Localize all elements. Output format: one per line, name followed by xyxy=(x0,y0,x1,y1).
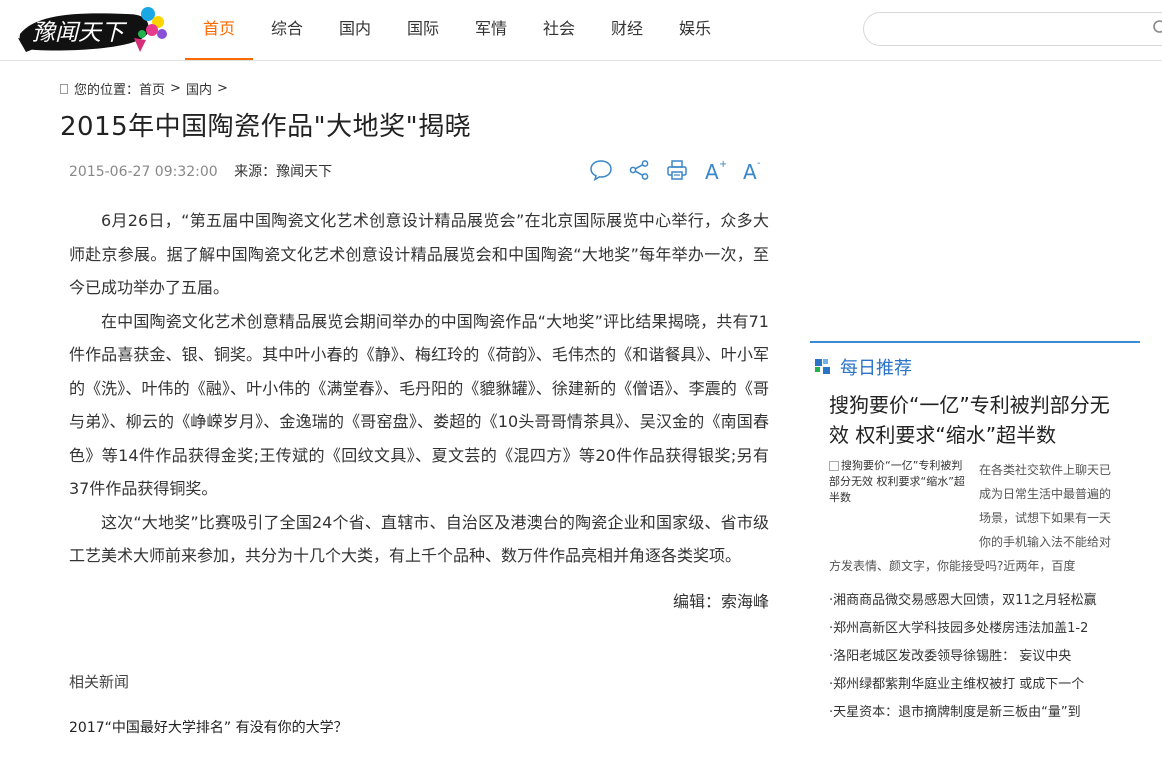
article-meta: 2015-06-27 09:32:00 来源：豫闻天下 xyxy=(69,161,332,181)
article-tools: A + A - xyxy=(582,154,772,186)
broken-image-icon xyxy=(829,461,839,471)
breadcrumb-prefix: 您的位置： xyxy=(74,83,140,98)
list-item[interactable]: ·郑州绿都紫荆华庭业主维权被打 或成下一个 xyxy=(829,671,1129,699)
nav-item-military[interactable]: 军情 xyxy=(457,0,525,60)
print-button[interactable] xyxy=(658,154,696,186)
related-news-heading: 相关新闻 xyxy=(69,673,130,691)
article-title: 2015年中国陶瓷作品"大地奖"揭晓 xyxy=(60,112,472,142)
featured-story-image[interactable]: 搜狗要价“一亿”专利被判部分无效 权利要求“缩水”超半数 xyxy=(829,458,971,506)
svg-text:A: A xyxy=(743,160,757,181)
featured-story-title[interactable]: 搜狗要价“一亿”专利被判部分无效 权利要求“缩水”超半数 xyxy=(829,390,1129,450)
share-button[interactable] xyxy=(620,154,658,186)
article-paragraph: 在中国陶瓷文化艺术创意精品展览会期间举办的中国陶瓷作品“大地奖”评比结果揭晓，共… xyxy=(69,311,769,499)
sidebar-divider xyxy=(810,341,1140,343)
nav-item-general[interactable]: 综合 xyxy=(253,0,321,60)
nav-item-society[interactable]: 社会 xyxy=(525,0,593,60)
site-header: 豫闻天下 首页 综合 国内 国际 军情 社会 财经 娱乐 xyxy=(0,0,1162,61)
article-content: 6月26日，“第五届中国陶瓷文化艺术创意设计精品展览会”在北京国际展览中心举行，… xyxy=(69,204,769,573)
breadcrumb-home[interactable]: 首页 xyxy=(139,79,165,98)
font-increase-button[interactable]: A + xyxy=(696,154,734,186)
daily-recommend-label: 每日推荐 xyxy=(840,358,912,379)
font-decrease-icon: A - xyxy=(743,159,761,181)
search-input[interactable] xyxy=(878,13,1152,45)
svg-text:-: - xyxy=(757,159,761,169)
nav-item-international[interactable]: 国际 xyxy=(389,0,457,60)
nav-item-home[interactable]: 首页 xyxy=(185,0,253,60)
list-item[interactable]: ·天星资本：退市摘牌制度是新三板由“量”到 xyxy=(829,699,1129,727)
logo-text: 豫闻天下 xyxy=(32,20,128,46)
article-source: 来源：豫闻天下 xyxy=(234,164,333,180)
main-nav: 首页 综合 国内 国际 军情 社会 财经 娱乐 xyxy=(185,0,729,60)
breadcrumb-separator: > xyxy=(216,81,228,96)
font-decrease-button[interactable]: A - xyxy=(734,154,772,186)
nav-item-domestic[interactable]: 国内 xyxy=(321,0,389,60)
article-editor: 编辑：索海峰 xyxy=(672,592,769,611)
font-increase-icon: A + xyxy=(705,159,726,181)
article-datetime: 2015-06-27 09:32:00 xyxy=(69,164,218,180)
location-icon xyxy=(60,83,68,94)
daily-recommend-heading: 每日推荐 xyxy=(815,354,912,380)
recommend-list: ·湘商商品微交易感恩大回馈，双11之月轻松赢 ·郑州高新区大学科技园多处楼房违法… xyxy=(829,587,1129,727)
site-logo[interactable]: 豫闻天下 xyxy=(16,4,172,56)
comment-icon xyxy=(590,160,612,181)
breadcrumb: 您的位置： 首页 > 国内 > xyxy=(60,79,233,98)
search-icon[interactable] xyxy=(1152,19,1162,37)
featured-story-image-alt: 搜狗要价“一亿”专利被判部分无效 权利要求“缩水”超半数 xyxy=(829,459,965,504)
share-icon xyxy=(629,160,649,180)
article-paragraph: 6月26日，“第五届中国陶瓷文化艺术创意设计精品展览会”在北京国际展览中心举行，… xyxy=(69,211,769,297)
list-item[interactable]: ·郑州高新区大学科技园多处楼房违法加盖1-2 xyxy=(829,615,1129,643)
svg-text:A: A xyxy=(705,160,719,181)
comment-button[interactable] xyxy=(582,154,620,186)
search-box xyxy=(863,12,1162,46)
print-icon xyxy=(667,160,687,180)
breadcrumb-separator: > xyxy=(170,81,181,96)
breadcrumb-domestic[interactable]: 国内 xyxy=(186,79,212,98)
article-paragraph: 这次“大地奖”比赛吸引了全国24个省、直辖市、自治区及港澳台的陶瓷企业和国家级、… xyxy=(69,512,769,566)
list-item[interactable]: ·湘商商品微交易感恩大回馈，双11之月轻松赢 xyxy=(829,587,1129,615)
nav-item-entertainment[interactable]: 娱乐 xyxy=(661,0,729,60)
list-item[interactable]: ·洛阳老城区发改委领导徐锡胜： 妄议中央 xyxy=(829,643,1129,671)
related-news-item[interactable]: 2017“中国最好大学排名” 有没有你的大学？ xyxy=(69,717,348,737)
grid-icon xyxy=(815,359,831,375)
svg-text:+: + xyxy=(719,159,726,170)
nav-item-finance[interactable]: 财经 xyxy=(593,0,661,60)
